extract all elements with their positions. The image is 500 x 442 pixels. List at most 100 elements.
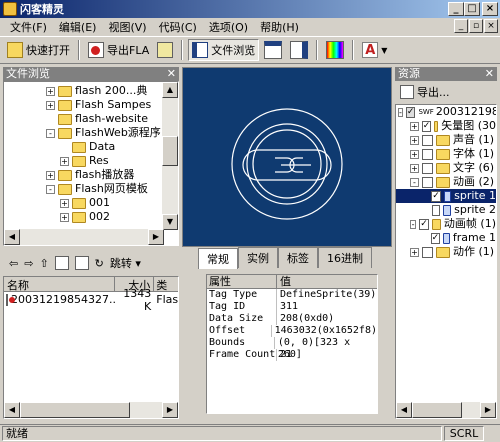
mdi-minimize-button[interactable]: _ (454, 19, 468, 33)
tree-item[interactable]: +001 (46, 196, 178, 210)
expand-icon[interactable]: + (410, 149, 419, 159)
tree-item[interactable]: + Flash Sampes (46, 98, 178, 112)
resource-hscrollbar[interactable]: ◀ ▶ (396, 402, 496, 418)
resource-item[interactable]: sprite 2 (396, 203, 496, 217)
export-button[interactable]: 导出... (397, 81, 453, 103)
menu-code[interactable]: 代码(C) (153, 19, 203, 35)
resource-checkbox[interactable] (422, 148, 433, 160)
preview-canvas[interactable] (182, 67, 392, 247)
forward-icon[interactable]: ⇨ (24, 257, 33, 270)
scroll-thumb[interactable] (20, 402, 130, 418)
export-fla-button[interactable]: 导出FLA (85, 39, 152, 61)
detail-view-icon[interactable] (74, 256, 89, 270)
resource-item[interactable]: + ✓ 矢量图 (30 (396, 119, 496, 133)
resource-checkbox[interactable] (422, 134, 433, 146)
collapse-icon[interactable]: - (410, 219, 417, 229)
root-checkbox[interactable]: ✓ (405, 106, 416, 118)
refresh-icon[interactable]: ↻ (95, 257, 104, 270)
property-row[interactable]: Frame Count 21 (207, 349, 377, 361)
file-list[interactable]: 名称 大小 类 20031219854327... 1343 K Flas ◀ … (3, 276, 179, 419)
resource-root[interactable]: - ✓ SWF 2003121985430... (396, 105, 496, 119)
tree-item[interactable]: + flash 200...典 (46, 84, 178, 98)
resource-item[interactable]: + 字体 (1) (396, 147, 496, 161)
expand-icon[interactable]: + (410, 163, 419, 173)
mdi-restore-button[interactable]: ▫ (469, 19, 483, 33)
menu-edit[interactable]: 编辑(E) (53, 19, 103, 35)
resource-checkbox[interactable] (422, 246, 433, 258)
menu-file[interactable]: 文件(F) (4, 19, 53, 35)
tab-tags[interactable]: 标签 (278, 247, 318, 268)
collapse-icon[interactable]: - (410, 177, 419, 187)
scroll-left-icon[interactable]: ◀ (4, 402, 20, 418)
expand-icon[interactable]: + (46, 100, 55, 110)
resource-item[interactable]: - 动画 (2) (396, 175, 496, 189)
scroll-down-icon[interactable]: ▼ (162, 214, 178, 230)
tree-item[interactable]: flash-website (46, 112, 178, 126)
jump-button[interactable]: 跳转 ▾ (110, 255, 141, 271)
tree-item[interactable]: +002 (46, 210, 178, 224)
tree-item[interactable]: - Flash网页模板 (46, 182, 178, 196)
resource-item[interactable]: + 动作 (1) (396, 245, 496, 259)
resource-checkbox[interactable]: ✓ (421, 120, 432, 132)
expand-icon[interactable]: + (46, 86, 55, 96)
scroll-right-icon[interactable]: ▶ (148, 229, 164, 245)
tree-item[interactable]: - FlashWeb源程序 (46, 126, 178, 140)
collapse-icon[interactable]: - (46, 184, 55, 194)
resource-checkbox[interactable]: ✓ (430, 232, 441, 244)
file-list-hscrollbar[interactable]: ◀ ▶ (4, 402, 178, 418)
maximize-button[interactable]: □ (464, 2, 480, 16)
resource-item[interactable]: + 声音 (1) (396, 133, 496, 147)
resource-item[interactable]: ✓ sprite 1 (396, 189, 496, 203)
up-folder-icon[interactable]: ⇧ (39, 257, 48, 270)
tree-hscrollbar[interactable]: ◀ ▶ (4, 229, 164, 245)
scroll-left-icon[interactable]: ◀ (396, 402, 412, 418)
column-type[interactable]: 类 (154, 277, 178, 292)
tab-instance[interactable]: 实例 (238, 247, 278, 268)
property-row[interactable]: Offset 1463032(0x1652f8) (207, 325, 377, 337)
resource-tree[interactable]: - ✓ SWF 2003121985430... +✓矢量图 (30+声音 (1… (395, 104, 497, 419)
file-row[interactable]: 20031219854327... 1343 K Flas (4, 287, 178, 313)
resource-checkbox[interactable]: ✓ (431, 190, 441, 202)
color-button[interactable] (323, 39, 347, 61)
tree-vscrollbar[interactable]: ▲ ▼ (162, 82, 178, 230)
scroll-up-icon[interactable]: ▲ (162, 82, 178, 98)
folder-tree[interactable]: + flash 200...典 + Flash Sampes flash-website… (3, 81, 179, 246)
expand-icon[interactable]: + (60, 212, 69, 222)
property-grid[interactable]: 属性 值 Tag Type DefineSprite(39) Tag ID 311 Da… (206, 274, 378, 414)
resource-item[interactable]: - ✓ 动画帧 (1) (396, 217, 496, 231)
expand-icon[interactable]: + (60, 198, 69, 208)
expand-icon[interactable]: + (410, 121, 419, 131)
back-icon[interactable]: ⇦ (9, 257, 18, 270)
collapse-icon[interactable]: - (398, 107, 403, 117)
scroll-left-icon[interactable]: ◀ (4, 229, 20, 245)
property-row[interactable]: Bounds (0, 0)[323 x 260] (207, 337, 377, 360)
column-name[interactable]: 名称 (4, 277, 115, 292)
font-button[interactable]: A ▼ (359, 39, 390, 61)
list-view-icon[interactable] (54, 256, 69, 270)
menu-help[interactable]: 帮助(H) (254, 19, 305, 35)
quick-open-button[interactable]: 快速打开 (4, 39, 73, 61)
tab-hex[interactable]: 16进制 (318, 247, 372, 268)
property-row[interactable]: Tag ID 311 (207, 301, 377, 313)
layout-side-button[interactable] (287, 39, 311, 61)
close-button[interactable]: × (482, 2, 498, 16)
minimize-button[interactable]: _ (448, 2, 464, 16)
resource-checkbox[interactable]: ✓ (419, 218, 429, 230)
expand-icon[interactable]: + (410, 135, 419, 145)
expand-icon[interactable]: + (46, 170, 55, 180)
expand-icon[interactable]: + (410, 247, 419, 257)
tab-general[interactable]: 常规 (198, 248, 238, 269)
collapse-icon[interactable]: - (46, 128, 55, 138)
resource-checkbox[interactable] (431, 204, 440, 216)
menu-options[interactable]: 选项(O) (203, 19, 254, 35)
scroll-right-icon[interactable]: ▶ (162, 402, 178, 418)
file-browse-button[interactable]: 文件浏览 (188, 39, 260, 61)
tree-item[interactable]: + flash播放器 (46, 168, 178, 182)
expand-icon[interactable]: + (60, 156, 69, 166)
close-icon[interactable]: ✕ (167, 67, 176, 81)
close-icon[interactable]: ✕ (485, 67, 494, 81)
script-button[interactable] (154, 39, 176, 61)
mdi-close-button[interactable]: × (484, 19, 498, 33)
resource-item[interactable]: ✓ frame 1 (396, 231, 496, 245)
resource-checkbox[interactable] (422, 162, 433, 174)
